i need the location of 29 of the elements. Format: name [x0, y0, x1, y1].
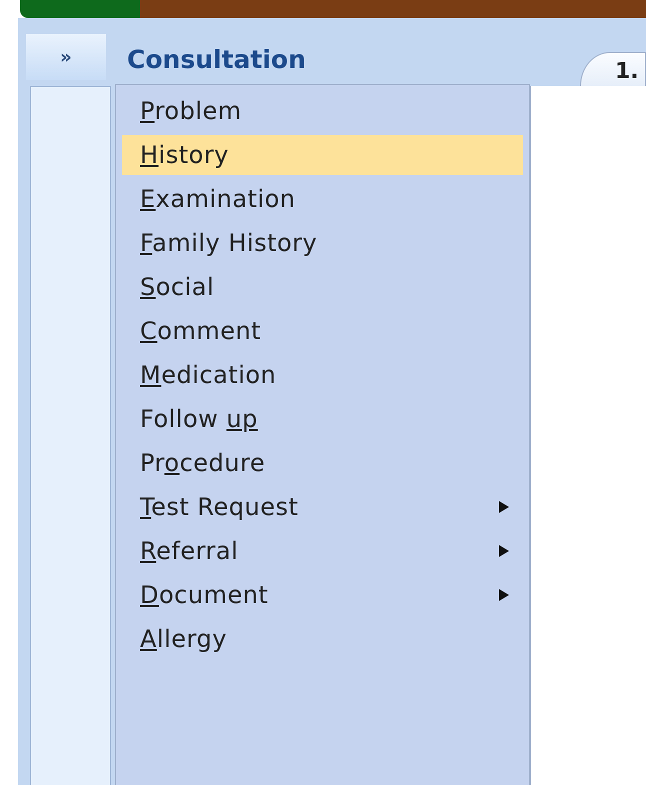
menu-label: Examination [140, 185, 296, 213]
menu-item[interactable]: Test Request [122, 487, 523, 527]
menu-label: Medication [140, 361, 276, 389]
menu-item[interactable]: Examination [122, 179, 523, 219]
menu-item[interactable]: Medication [122, 355, 523, 395]
menu-item[interactable]: Comment [122, 311, 523, 351]
menu-item[interactable]: Procedure [122, 443, 523, 483]
menu-item[interactable]: Allergy [122, 619, 523, 659]
menu-item[interactable]: Referral [122, 531, 523, 571]
menu-label: Comment [140, 317, 262, 345]
menu-label: Social [140, 273, 214, 301]
menu-label: Problem [140, 97, 242, 125]
expand-button[interactable]: » [26, 34, 106, 80]
menu-label: History [140, 141, 229, 169]
menu-item[interactable]: History [122, 135, 523, 175]
panel-title: Consultation [126, 44, 307, 76]
menu-label: Referral [140, 537, 238, 565]
menu-label: Procedure [140, 449, 266, 477]
menu-item[interactable]: Follow up [122, 399, 523, 439]
tab[interactable]: 1. [580, 52, 646, 86]
menu-label: Document [140, 581, 268, 609]
menu-label: Allergy [140, 625, 227, 653]
menu-label: Follow up [140, 405, 258, 433]
menu-item[interactable]: Social [122, 267, 523, 307]
menu-label: Family History [140, 229, 318, 257]
menu-item[interactable]: Problem [122, 91, 523, 131]
menu-label: Test Request [140, 493, 298, 521]
menu-item[interactable]: Family History [122, 223, 523, 263]
menu-item[interactable]: Document [122, 575, 523, 615]
